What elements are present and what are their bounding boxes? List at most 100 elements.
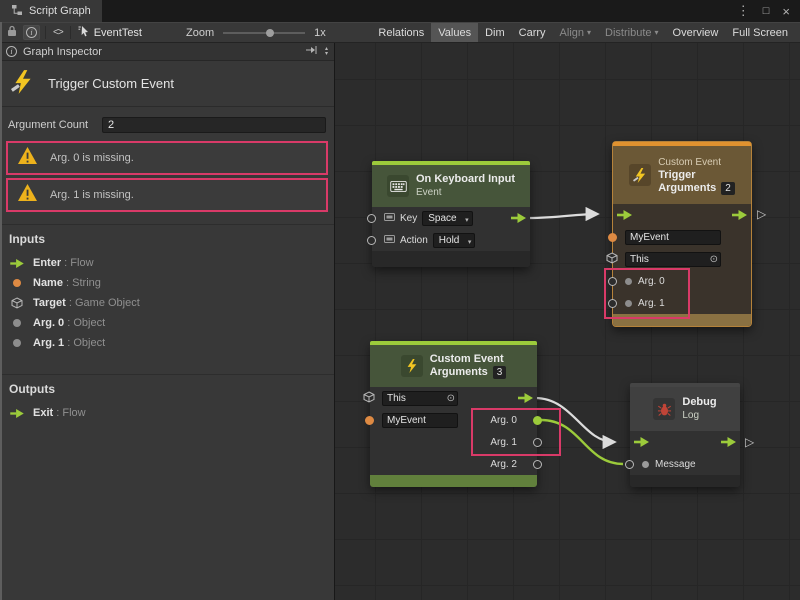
- object-picker-icon[interactable]: ⊙: [710, 253, 718, 267]
- flow-out-arrow[interactable]: [732, 210, 747, 220]
- maximize-icon[interactable]: □: [763, 5, 770, 17]
- target-field[interactable]: This ⊙: [382, 391, 458, 406]
- key-input-port[interactable]: [367, 214, 376, 223]
- key-dropdown[interactable]: Space: [422, 211, 472, 226]
- values-button[interactable]: Values: [431, 23, 478, 42]
- key-type-icon: [384, 212, 395, 224]
- argument-count-row: Argument Count 2: [8, 117, 326, 133]
- flow-out-arrow[interactable]: [511, 213, 526, 223]
- flow-in-arrow[interactable]: [617, 210, 632, 220]
- target-input-port[interactable]: [606, 252, 618, 267]
- name-input-port[interactable]: [365, 416, 374, 425]
- node-footer: [370, 475, 537, 487]
- inspector-toggle-button[interactable]: i: [23, 25, 40, 40]
- flow-in-arrow[interactable]: [634, 437, 649, 447]
- argument-count-field[interactable]: 2: [102, 117, 326, 133]
- target-field[interactable]: This⊙: [625, 252, 721, 267]
- close-icon[interactable]: ×: [782, 4, 790, 19]
- warning-text: Arg. 0 is missing.: [50, 152, 134, 164]
- node-footer: [372, 251, 530, 267]
- action-input-port[interactable]: [367, 236, 376, 245]
- flow-row: [630, 431, 740, 453]
- inputs-section: Inputs EnterFlow NameString TargetGame O…: [0, 224, 334, 362]
- align-button[interactable]: Align: [553, 23, 598, 42]
- gameobject-port-icon: [9, 297, 24, 309]
- full-screen-button[interactable]: Full Screen: [725, 23, 795, 42]
- action-dropdown[interactable]: Hold: [433, 233, 476, 248]
- inspector-header-label: Graph Inspector: [23, 46, 102, 58]
- node-title: Custom Event: [430, 353, 504, 366]
- warning-arg1-missing: Arg. 1 is missing.: [6, 178, 328, 212]
- action-label: Action: [400, 235, 428, 246]
- graph-toolbar: i <> EventTest Zoom 1x Relations Values …: [0, 22, 800, 43]
- key-row: Key Space: [372, 207, 530, 229]
- flow-continue-triangle: ▷: [745, 436, 754, 448]
- node-subtitle: Event: [416, 186, 442, 199]
- dim-button[interactable]: Dim: [478, 23, 512, 42]
- graph-canvas[interactable]: On Keyboard Input Event Key Space Action…: [335, 43, 800, 600]
- outputs-section: Outputs ExitFlow: [0, 374, 334, 432]
- custom-event-icon: [401, 355, 423, 377]
- bug-icon: [653, 398, 675, 420]
- event-test-label[interactable]: EventTest: [94, 27, 142, 39]
- event-name-field[interactable]: MyEvent: [625, 230, 721, 245]
- input-name: NameString: [9, 273, 325, 293]
- distribute-button[interactable]: Distribute: [598, 23, 665, 42]
- window-left-edge: [0, 22, 2, 600]
- dock-panel-icon[interactable]: [305, 45, 317, 58]
- node-header: Custom Event Arguments3: [370, 345, 537, 387]
- node-header: On Keyboard Input Event: [372, 165, 530, 207]
- tab-label: Script Graph: [29, 5, 91, 17]
- node-title: On Keyboard Input: [416, 173, 515, 186]
- message-dot: [642, 461, 649, 468]
- custom-event-icon: [629, 164, 651, 186]
- object-port-icon: [9, 339, 24, 347]
- node-footer: [630, 475, 740, 487]
- target-row: This ⊙: [370, 387, 537, 409]
- arg2-output-port[interactable]: [533, 460, 542, 469]
- graph-inspector-panel: i Graph Inspector ▴▾ Trigger Custom Even…: [0, 43, 335, 600]
- node-debug-log[interactable]: Debug Log Message: [630, 383, 740, 487]
- input-arg1: Arg. 1Object: [9, 333, 325, 353]
- panel-spinner[interactable]: ▴▾: [325, 47, 328, 57]
- relations-button[interactable]: Relations: [371, 23, 431, 42]
- message-input-port[interactable]: [625, 460, 634, 469]
- target-row: This⊙: [613, 248, 751, 270]
- flow-port-icon: [9, 259, 24, 268]
- argument-count-label: Argument Count: [8, 119, 102, 131]
- name-input-port[interactable]: [608, 233, 617, 242]
- zoom-label: Zoom: [186, 27, 214, 39]
- highlight-box-trigger-args: [604, 268, 690, 319]
- target-value: This: [387, 393, 406, 404]
- zoom-slider-knob[interactable]: [266, 29, 274, 37]
- outputs-header: Outputs: [9, 382, 325, 396]
- flow-continue-triangle: ▷: [757, 208, 766, 220]
- node-args-label: Arguments: [430, 366, 488, 379]
- carry-button[interactable]: Carry: [512, 23, 553, 42]
- object-picker-icon[interactable]: ⊙: [447, 392, 455, 406]
- script-graph-icon: [11, 4, 23, 19]
- code-icon[interactable]: <>: [53, 27, 63, 38]
- message-row: Message: [630, 453, 740, 475]
- toolbar-separator: [45, 26, 46, 39]
- message-label: Message: [655, 459, 696, 470]
- inputs-header: Inputs: [9, 232, 325, 246]
- event-name-field[interactable]: MyEvent: [382, 413, 458, 428]
- node-title: Debug: [682, 396, 716, 409]
- flow-port-icon: [9, 409, 24, 418]
- node-on-keyboard-input[interactable]: On Keyboard Input Event Key Space Action…: [372, 161, 530, 267]
- flow-out-arrow[interactable]: [721, 437, 736, 447]
- flow-out-arrow[interactable]: [518, 393, 533, 403]
- zoom-value: 1x: [314, 27, 326, 39]
- argument-count-badge: 2: [721, 182, 735, 195]
- lock-icon[interactable]: [7, 25, 17, 40]
- tab-script-graph[interactable]: Script Graph: [0, 0, 102, 22]
- overview-button[interactable]: Overview: [666, 23, 726, 42]
- wire-keyboard-to-trigger[interactable]: [529, 214, 597, 218]
- zoom-slider[interactable]: [223, 32, 305, 34]
- output-exit: ExitFlow: [9, 403, 325, 423]
- target-input-port[interactable]: [363, 391, 375, 406]
- event-test-icon: [78, 25, 90, 40]
- toolbar-separator: [70, 26, 71, 39]
- menu-kebab-icon[interactable]: ⋮: [737, 3, 750, 19]
